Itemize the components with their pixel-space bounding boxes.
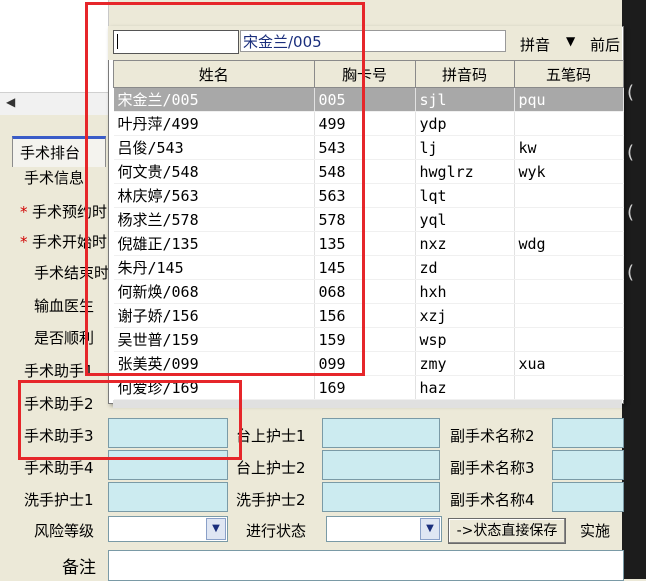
cell-wubi[interactable] xyxy=(514,183,624,208)
cell-wubi[interactable] xyxy=(514,111,624,136)
column-header-wubi[interactable]: 五笔码 xyxy=(513,60,624,88)
chevron-down-icon[interactable]: ▼ xyxy=(566,34,575,48)
label-table-nurse1: 台上护士1 xyxy=(236,427,306,445)
cell-wubi[interactable]: xua xyxy=(514,351,624,376)
label-remark: 备注 xyxy=(62,558,96,578)
cell-pinyin[interactable]: xzj xyxy=(415,303,515,328)
cell-wubi[interactable]: pqu xyxy=(514,87,624,112)
pinyin-mode-select[interactable]: 拼音 xyxy=(520,34,550,55)
cell-pinyin[interactable]: zd xyxy=(415,255,515,280)
cell-wubi[interactable]: wyk xyxy=(514,159,624,184)
column-header-pinyin[interactable]: 拼音码 xyxy=(414,60,515,88)
highlight-box-assistant xyxy=(18,380,242,460)
sub-surgery3-field[interactable] xyxy=(552,450,624,480)
strip-glyph-icon: ( xyxy=(627,202,635,223)
label-progress-status: 进行状态 xyxy=(246,522,307,540)
strip-glyph-icon: ( xyxy=(627,142,635,163)
label-sub-surgery2: 副手术名称2 xyxy=(450,427,535,445)
cell-pinyin[interactable]: wsp xyxy=(415,327,515,352)
table-nurse2-field[interactable] xyxy=(322,450,440,480)
label-scrub-nurse2: 洗手护士2 xyxy=(236,491,306,509)
cell-pinyin[interactable]: lj xyxy=(415,135,515,160)
cell-pinyin[interactable]: hwglrz xyxy=(415,159,515,184)
scroll-left-arrow-icon[interactable]: ◀ xyxy=(6,95,15,109)
required-mark: * xyxy=(20,233,28,251)
cell-pinyin[interactable]: haz xyxy=(415,375,515,400)
cell-pinyin[interactable]: nxz xyxy=(415,231,515,256)
label-scrub-nurse1: 洗手护士1 xyxy=(24,491,94,509)
cell-wubi[interactable]: wdg xyxy=(514,231,624,256)
label-table-nurse2: 台上护士2 xyxy=(236,459,306,477)
label-risk-level: 风险等级 xyxy=(34,522,95,540)
scrub-nurse1-field[interactable] xyxy=(108,482,228,512)
label-assistant4: 手术助手4 xyxy=(24,459,94,477)
scrub-nurse2-field[interactable] xyxy=(322,482,440,512)
cell-wubi[interactable] xyxy=(514,279,624,304)
label-assistant1: 手术助手1 xyxy=(24,362,94,380)
label-sub-surgery4: 副手术名称4 xyxy=(450,491,535,509)
label-implement: 实施 xyxy=(580,522,611,540)
front-back-option[interactable]: 前后 xyxy=(590,34,620,55)
cell-card[interactable]: 169 xyxy=(314,375,416,400)
label-sub-surgery3: 副手术名称3 xyxy=(450,459,535,477)
strip-glyph-icon: ( xyxy=(627,82,635,103)
remark-field[interactable] xyxy=(108,550,624,581)
cell-wubi[interactable] xyxy=(514,255,624,280)
sub-surgery4-field[interactable] xyxy=(552,482,624,512)
cell-wubi[interactable]: kw xyxy=(514,135,624,160)
cell-pinyin[interactable]: lqt xyxy=(415,183,515,208)
chevron-down-icon[interactable]: ▼ xyxy=(420,518,440,540)
cell-wubi[interactable] xyxy=(514,207,624,232)
chevron-down-icon[interactable]: ▼ xyxy=(206,518,226,540)
cell-wubi[interactable] xyxy=(514,303,624,328)
tab-label[interactable]: 手术排台 xyxy=(20,142,80,163)
sub-surgery2-field[interactable] xyxy=(552,418,624,448)
required-mark: * xyxy=(20,203,28,221)
cell-wubi[interactable] xyxy=(514,327,624,352)
cell-wubi[interactable] xyxy=(514,375,624,400)
table-nurse1-field[interactable] xyxy=(322,418,440,448)
cell-pinyin[interactable]: yql xyxy=(415,207,515,232)
cell-pinyin[interactable]: zmy xyxy=(415,351,515,376)
save-status-button[interactable]: ->状态直接保存 xyxy=(448,518,566,544)
cell-pinyin[interactable]: hxh xyxy=(415,279,515,304)
cell-pinyin[interactable]: ydp xyxy=(415,111,515,136)
strip-glyph-icon: ( xyxy=(627,262,635,283)
section-label: 手术信息 xyxy=(24,169,85,187)
highlight-box-popup xyxy=(85,2,365,376)
cell-pinyin[interactable]: sjl xyxy=(415,87,515,112)
